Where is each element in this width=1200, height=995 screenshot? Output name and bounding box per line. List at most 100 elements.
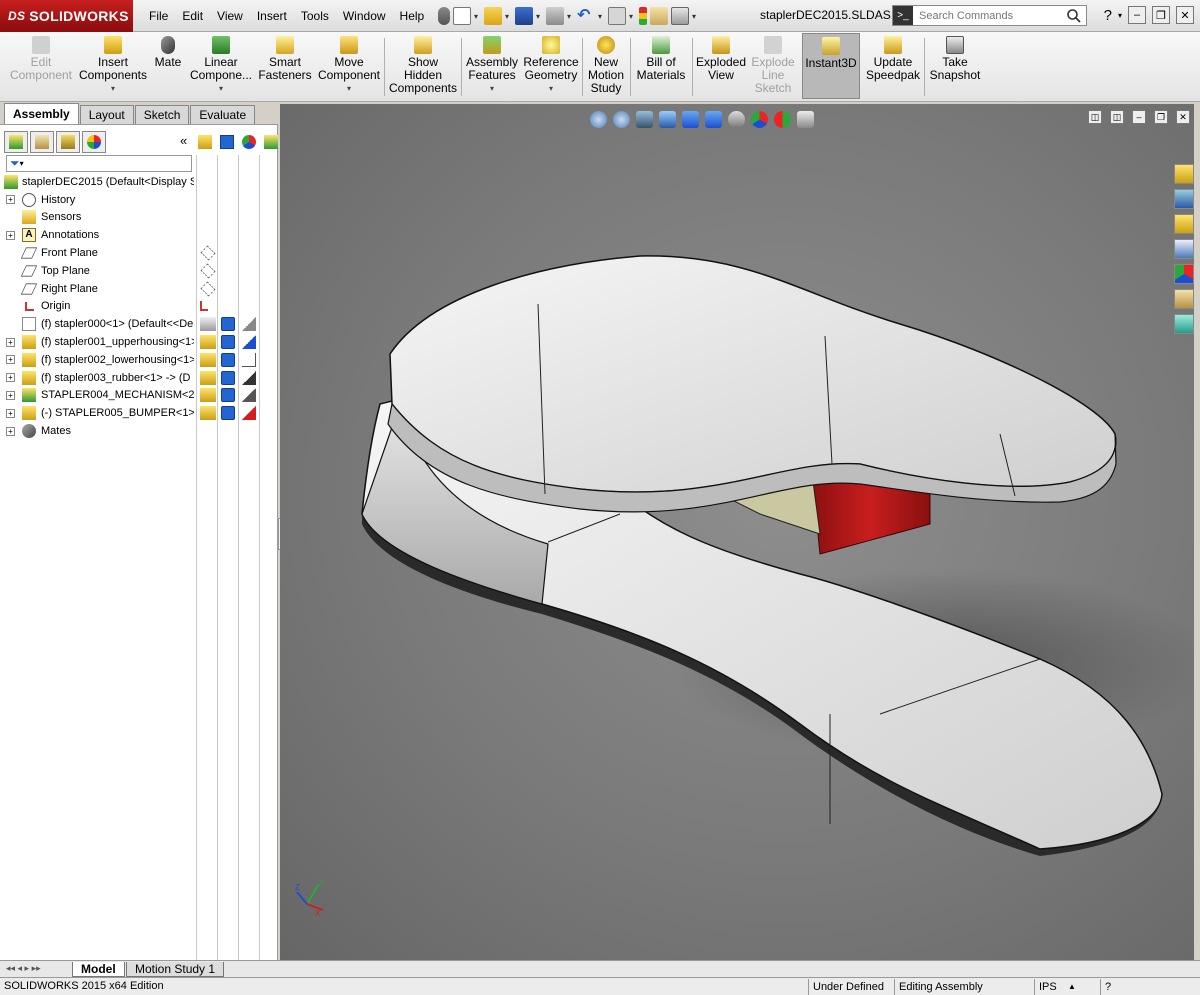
- instant3d-button[interactable]: Instant3D: [802, 33, 860, 99]
- edit-component-button[interactable]: Edit Component: [6, 36, 76, 82]
- menu-file[interactable]: File: [142, 9, 175, 23]
- origin-visibility-icon[interactable]: [200, 301, 208, 312]
- display-mode-icon[interactable]: [221, 317, 235, 332]
- search-icon[interactable]: [1066, 8, 1082, 24]
- menu-view[interactable]: View: [210, 9, 250, 23]
- appearance-wedge-icon[interactable]: [242, 335, 256, 350]
- tree-item-top-plane[interactable]: Top Plane: [0, 262, 278, 280]
- search-input[interactable]: Search Commands: [913, 10, 1066, 22]
- zoom-to-area-icon[interactable]: [613, 110, 630, 128]
- appearance-wedge-icon[interactable]: [242, 388, 256, 403]
- expand-icon[interactable]: +: [6, 355, 15, 365]
- save-icon[interactable]: [515, 7, 533, 25]
- tree-item-origin[interactable]: Origin: [0, 298, 278, 316]
- viewport-close-button[interactable]: ✕: [1176, 110, 1190, 124]
- view-settings-icon[interactable]: [797, 110, 814, 128]
- menu-window[interactable]: Window: [336, 9, 393, 23]
- hide-show-items-icon[interactable]: [728, 110, 745, 128]
- tree-item-front-plane[interactable]: Front Plane: [0, 244, 278, 262]
- update-speedpak-button[interactable]: Update Speedpak: [864, 36, 922, 82]
- open-dropdown-icon[interactable]: ▾: [505, 12, 512, 21]
- solidworks-forum-icon[interactable]: [1174, 314, 1194, 334]
- tab-scroll-icons[interactable]: ◂◂ ◂ ▸ ▸▸: [6, 963, 41, 974]
- custom-properties-icon[interactable]: [1174, 289, 1194, 309]
- tree-item-rubber[interactable]: + (f) stapler003_rubber<1> -> (D: [0, 369, 278, 387]
- solidworks-resources-icon[interactable]: [1174, 164, 1194, 184]
- appearance-wedge-icon[interactable]: [242, 370, 256, 385]
- move-component-dropdown-icon[interactable]: ▾: [316, 82, 382, 95]
- viewport-minimize-button[interactable]: –: [1132, 110, 1146, 124]
- view-palette-icon[interactable]: [1174, 239, 1194, 259]
- insert-components-dropdown-icon[interactable]: ▾: [78, 82, 148, 95]
- previous-view-icon[interactable]: [636, 110, 653, 128]
- tree-item-lowerhousing[interactable]: + (f) stapler002_lowerhousing<1>: [0, 351, 278, 369]
- undo-dropdown-icon[interactable]: ▾: [598, 12, 605, 21]
- tab-layout[interactable]: Layout: [79, 105, 134, 124]
- appearance-column-icon[interactable]: [239, 131, 259, 153]
- tree-item-bumper[interactable]: + (-) STAPLER005_BUMPER<1> ->: [0, 404, 278, 422]
- filter-dropdown-icon[interactable]: ▾: [20, 159, 24, 168]
- display-mode-icon[interactable]: [221, 406, 235, 421]
- expand-icon[interactable]: +: [6, 195, 15, 205]
- tile-left-icon[interactable]: ◫: [1088, 110, 1102, 124]
- appearances-scenes-icon[interactable]: [1174, 264, 1194, 284]
- display-mode-icon[interactable]: [221, 370, 235, 385]
- status-help-icon[interactable]: ?: [1100, 979, 1122, 995]
- expand-icon[interactable]: +: [6, 373, 15, 383]
- pin-icon[interactable]: [438, 7, 450, 25]
- units-menu-icon[interactable]: ▲: [1068, 982, 1076, 991]
- linear-pattern-button[interactable]: Linear Compone... ▾: [188, 36, 254, 95]
- hidden-plane-icon[interactable]: [200, 245, 216, 261]
- feature-manager-tab-icon[interactable]: [4, 131, 28, 153]
- edit-appearance-icon[interactable]: [751, 110, 768, 128]
- tree-item-history[interactable]: + History: [0, 191, 278, 209]
- restore-button[interactable]: ❐: [1152, 6, 1170, 24]
- viewport-restore-button[interactable]: ❐: [1154, 110, 1168, 124]
- property-manager-tab-icon[interactable]: [30, 131, 54, 153]
- hide-show-column-icon[interactable]: [195, 131, 215, 153]
- close-button[interactable]: ✕: [1176, 6, 1194, 24]
- tree-item-mechanism[interactable]: + STAPLER004_MECHANISM<2> -: [0, 387, 278, 405]
- show-hidden-components-button[interactable]: Show Hidden Components: [388, 36, 458, 95]
- tree-filter-input[interactable]: ⏷ ▾: [6, 155, 192, 172]
- tree-item-upperhousing[interactable]: + (f) stapler001_upperhousing<1>: [0, 333, 278, 351]
- smart-fasteners-button[interactable]: Smart Fasteners: [256, 36, 314, 82]
- file-explorer-icon[interactable]: [1174, 214, 1194, 234]
- configuration-manager-tab-icon[interactable]: [56, 131, 80, 153]
- file-properties-icon[interactable]: [650, 7, 668, 25]
- view-orientation-icon[interactable]: [682, 110, 699, 128]
- tab-evaluate[interactable]: Evaluate: [190, 105, 256, 124]
- status-units[interactable]: IPS: [1034, 979, 1064, 995]
- apply-scene-icon[interactable]: [774, 110, 791, 128]
- expand-icon[interactable]: +: [6, 408, 15, 418]
- options-dropdown-icon[interactable]: ▾: [692, 12, 699, 21]
- display-manager-tab-icon[interactable]: [82, 131, 106, 153]
- move-component-button[interactable]: Move Component ▾: [316, 36, 382, 95]
- assembly-features-dropdown-icon[interactable]: ▾: [464, 82, 520, 95]
- tree-root-assembly[interactable]: staplerDEC2015 (Default<Display S: [0, 173, 278, 191]
- tab-sketch[interactable]: Sketch: [134, 105, 190, 124]
- new-document-icon[interactable]: [453, 7, 471, 25]
- expand-icon[interactable]: +: [6, 230, 15, 240]
- appearance-wedge-icon[interactable]: [242, 406, 256, 421]
- insert-components-button[interactable]: Insert Components ▾: [78, 36, 148, 95]
- hide-show-icon[interactable]: [200, 388, 216, 403]
- display-mode-icon[interactable]: [221, 352, 235, 367]
- transparency-column-icon[interactable]: [261, 131, 281, 153]
- print-dropdown-icon[interactable]: ▾: [567, 12, 574, 21]
- new-dropdown-icon[interactable]: ▾: [474, 12, 481, 21]
- display-mode-column-icon[interactable]: [217, 131, 237, 153]
- save-dropdown-icon[interactable]: ▾: [536, 12, 543, 21]
- menu-tools[interactable]: Tools: [294, 9, 336, 23]
- new-motion-study-button[interactable]: New Motion Study: [584, 36, 628, 95]
- exploded-view-button[interactable]: Exploded View: [694, 36, 748, 82]
- assembly-features-button[interactable]: Assembly Features ▾: [464, 36, 520, 95]
- tab-assembly[interactable]: Assembly: [4, 103, 79, 124]
- graphics-viewport[interactable]: [280, 104, 1194, 960]
- menu-help[interactable]: Help: [393, 9, 432, 23]
- tree-item-right-plane[interactable]: Right Plane: [0, 280, 278, 298]
- undo-icon[interactable]: ↶: [577, 7, 595, 25]
- open-folder-icon[interactable]: [484, 7, 502, 25]
- select-dropdown-icon[interactable]: ▾: [629, 12, 636, 21]
- mate-button[interactable]: Mate: [150, 36, 186, 69]
